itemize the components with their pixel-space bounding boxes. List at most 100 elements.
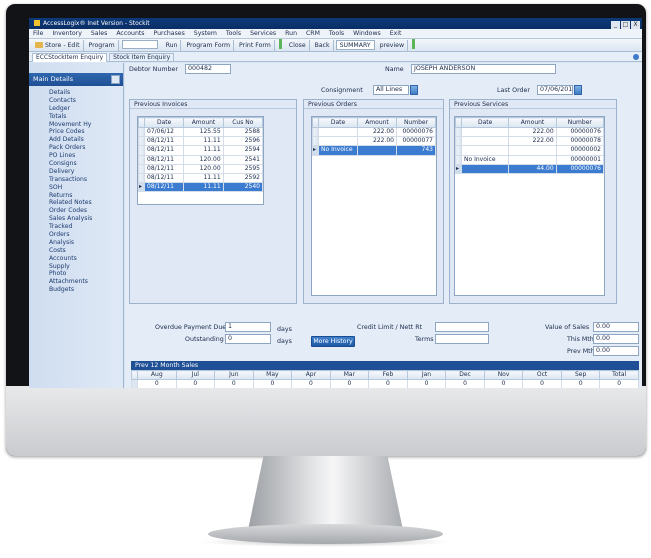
col-amount[interactable]: Amount	[183, 117, 224, 128]
month-column-header[interactable]: Apr	[291, 370, 331, 380]
table-row[interactable]: 08/12/11 11.11 2596	[138, 136, 264, 147]
outstanding-field[interactable]: 0	[225, 334, 271, 344]
sidebar-item[interactable]: Order Codes	[49, 207, 123, 215]
store-edit-button[interactable]: Store - Edit	[32, 40, 84, 51]
last-order-select[interactable]: 07/06/2012	[537, 85, 573, 95]
menu-file[interactable]: File	[33, 30, 43, 37]
month-column-header[interactable]: May	[252, 370, 293, 380]
sidebar-item[interactable]: Delivery	[49, 168, 123, 176]
menu-windows[interactable]: Windows	[353, 30, 381, 37]
menu-exit[interactable]: Exit	[390, 30, 402, 37]
minimize-button[interactable]: _	[611, 21, 620, 29]
col-amount[interactable]: Amount	[508, 117, 557, 128]
menu-sales[interactable]: Sales	[91, 30, 107, 37]
sidebar-item[interactable]: Analysis	[49, 239, 123, 247]
month-column-header[interactable]: Aug	[137, 370, 177, 380]
sidebar-item[interactable]: Attachments	[49, 278, 123, 286]
overdue-field[interactable]: 1	[225, 322, 271, 332]
month-column-header[interactable]: Feb	[368, 370, 408, 380]
value-of-sales-field[interactable]: 0.00	[593, 322, 639, 332]
sidebar-item[interactable]: Related Notes	[49, 199, 123, 207]
menu-system[interactable]: System	[194, 30, 217, 37]
close-button[interactable]: Close	[286, 40, 310, 51]
col-amount[interactable]: Amount	[357, 117, 397, 128]
month-column-header[interactable]: Nov	[483, 370, 524, 380]
table-row[interactable]: 222.00 00000076	[455, 126, 605, 138]
table-row[interactable]: 08/12/11 11.11 2594	[138, 145, 264, 156]
refresh-icon[interactable]	[633, 54, 639, 60]
sidebar-item[interactable]: SOH	[49, 184, 123, 192]
terms-field[interactable]	[435, 334, 489, 344]
back-button[interactable]: Back	[312, 40, 334, 51]
consignment-select[interactable]: All Lines	[373, 85, 409, 95]
month-column-header[interactable]: Jun	[214, 370, 254, 380]
credit-limit-field[interactable]	[435, 322, 489, 332]
sidebar-item[interactable]: Consigns	[49, 160, 123, 168]
run-button[interactable]: Run	[163, 40, 182, 51]
menu-run[interactable]: Run	[285, 30, 297, 37]
table-row[interactable]: 222.00 00000078	[455, 136, 605, 147]
table-row[interactable]: ▸ 08/12/11 11.11 2540	[138, 182, 264, 193]
collapse-icon[interactable]	[111, 75, 120, 84]
table-row[interactable]: 08/12/11 120.00 2595	[138, 163, 264, 174]
month-column-header[interactable]: Oct	[522, 370, 562, 380]
name-field[interactable]: JOSEPH ANDERSON	[411, 64, 556, 74]
month-column-header[interactable]: Sep	[560, 370, 601, 380]
col-number[interactable]: Number	[396, 117, 436, 128]
table-row[interactable]: 08/12/11 120.00 2541	[138, 154, 264, 165]
last-order-dropdown-icon[interactable]	[574, 85, 582, 95]
sidebar-item[interactable]: Budgets	[49, 286, 123, 294]
program-form-button[interactable]: Program Form	[183, 40, 235, 51]
table-row[interactable]: 08/12/11 11.11 2592	[138, 172, 264, 184]
month-column-header[interactable]: Mar	[329, 370, 370, 380]
menu-crm[interactable]: CRM	[306, 30, 320, 37]
sidebar-item[interactable]: Price Codes	[49, 128, 123, 136]
month-column-header[interactable]: Total	[599, 370, 639, 380]
col-number[interactable]: Number	[555, 117, 605, 128]
maximize-button[interactable]: □	[621, 21, 630, 29]
preview-button[interactable]: preview	[377, 40, 409, 51]
sidebar-item[interactable]: Contacts	[49, 97, 123, 105]
program-input[interactable]	[121, 40, 158, 49]
menu-tools-2[interactable]: Tools	[329, 30, 344, 37]
prev-month-field[interactable]: 0.00	[593, 346, 639, 356]
menu-services[interactable]: Services	[250, 30, 276, 37]
sidebar-item[interactable]: Movement Hy	[49, 121, 123, 129]
sidebar-item[interactable]: Tracked	[49, 223, 123, 231]
table-row[interactable]: 222.00 00000077	[312, 136, 436, 147]
table-row[interactable]: 07/06/12 125.55 2588	[138, 126, 264, 138]
menu-inventory[interactable]: Inventory	[52, 30, 82, 37]
print-form-button[interactable]: Print Form	[236, 40, 275, 51]
close-window-button[interactable]: X	[631, 21, 640, 29]
sidebar-item[interactable]: Pack Orders	[49, 144, 123, 152]
table-row[interactable]: No Invoice 00000001	[455, 154, 605, 165]
tab-ecc-stock-enquiry[interactable]: ECCStockItem Enquiry	[32, 53, 108, 62]
month-column-header[interactable]: Dec	[445, 370, 485, 380]
col-date[interactable]: Date	[143, 117, 185, 128]
menu-tools[interactable]: Tools	[226, 30, 241, 37]
col-cus-no[interactable]: Cus No	[222, 117, 264, 128]
sidebar-item[interactable]: Photo	[49, 270, 123, 278]
sidebar-item[interactable]: Add Details	[49, 136, 123, 144]
sidebar-item[interactable]: Accounts	[49, 255, 123, 263]
month-column-header[interactable]: Jan	[406, 370, 447, 380]
col-date[interactable]: Date	[460, 117, 510, 128]
table-row[interactable]: 222.00 00000076	[312, 126, 436, 138]
month-column-header[interactable]: Jul	[175, 370, 216, 380]
menu-accounts[interactable]: Accounts	[116, 30, 144, 37]
debtor-number-field[interactable]: 000482	[185, 64, 231, 74]
tab-stock-item-enquiry[interactable]: Stock Item Enquiry	[109, 53, 175, 62]
col-date[interactable]: Date	[318, 117, 358, 128]
sidebar-item[interactable]: Orders	[49, 231, 123, 239]
sidebar-item[interactable]: Supply	[49, 263, 123, 271]
sidebar-item[interactable]: Sales Analysis	[49, 215, 123, 223]
sidebar-item[interactable]: PO Lines	[49, 152, 123, 160]
sidebar-item[interactable]: Costs	[49, 247, 123, 255]
sidebar-item[interactable]: Details	[49, 89, 123, 97]
table-row[interactable]: 00000002	[455, 145, 605, 156]
sidebar-item[interactable]: Transactions	[49, 176, 123, 184]
table-row[interactable]: ▸ No Invoice 743	[312, 145, 436, 156]
this-month-field[interactable]: 0.00	[593, 334, 639, 344]
sidebar-item[interactable]: Ledger	[49, 105, 123, 113]
menu-purchases[interactable]: Purchases	[154, 30, 185, 37]
